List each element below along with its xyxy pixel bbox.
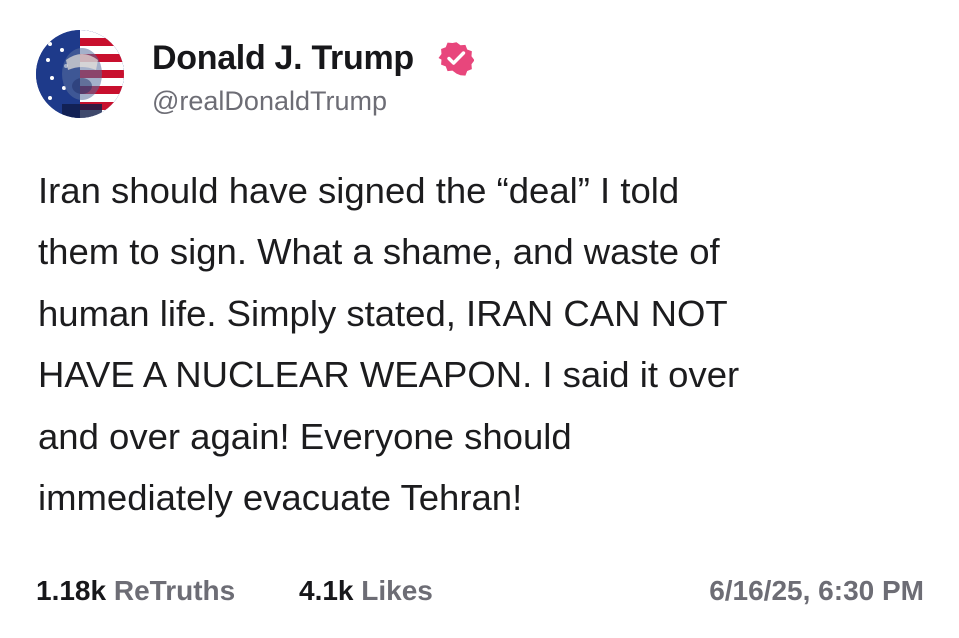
verified-badge-icon <box>438 40 474 76</box>
retruths-label: ReTruths <box>113 575 236 606</box>
likes-count: 4.1k <box>299 575 354 606</box>
avatar[interactable] <box>36 30 124 118</box>
retruths-stat[interactable]: 1.18k ReTruths <box>36 571 235 611</box>
post-body: Iran should have signed the “deal” I tol… <box>38 160 928 528</box>
post-card: Donald J. Trump @realDonaldTrump Iran sh… <box>0 0 959 638</box>
likes-stat[interactable]: 4.1k Likes <box>299 571 433 611</box>
post-line: immediately evacuate Tehran! <box>38 477 523 519</box>
post-line: them to sign. What a shame, and waste of <box>38 231 720 273</box>
post-footer: 1.18k ReTruths 4.1k Likes 6/16/25, 6:30 … <box>36 571 924 611</box>
post-line: and over again! Everyone should <box>38 415 572 457</box>
display-name[interactable]: Donald J. Trump <box>152 38 414 78</box>
avatar-image <box>36 30 124 118</box>
retruths-count: 1.18k <box>36 575 107 606</box>
likes-label: Likes <box>361 575 433 606</box>
post-line: HAVE A NUCLEAR WEAPON. I said it over <box>38 354 740 396</box>
author-handle[interactable]: @realDonaldTrump <box>152 84 387 118</box>
post-line: human life. Simply stated, IRAN CAN NOT <box>38 292 728 334</box>
post-timestamp[interactable]: 6/16/25, 6:30 PM <box>709 571 924 611</box>
post-line: Iran should have signed the “deal” I tol… <box>38 170 680 211</box>
